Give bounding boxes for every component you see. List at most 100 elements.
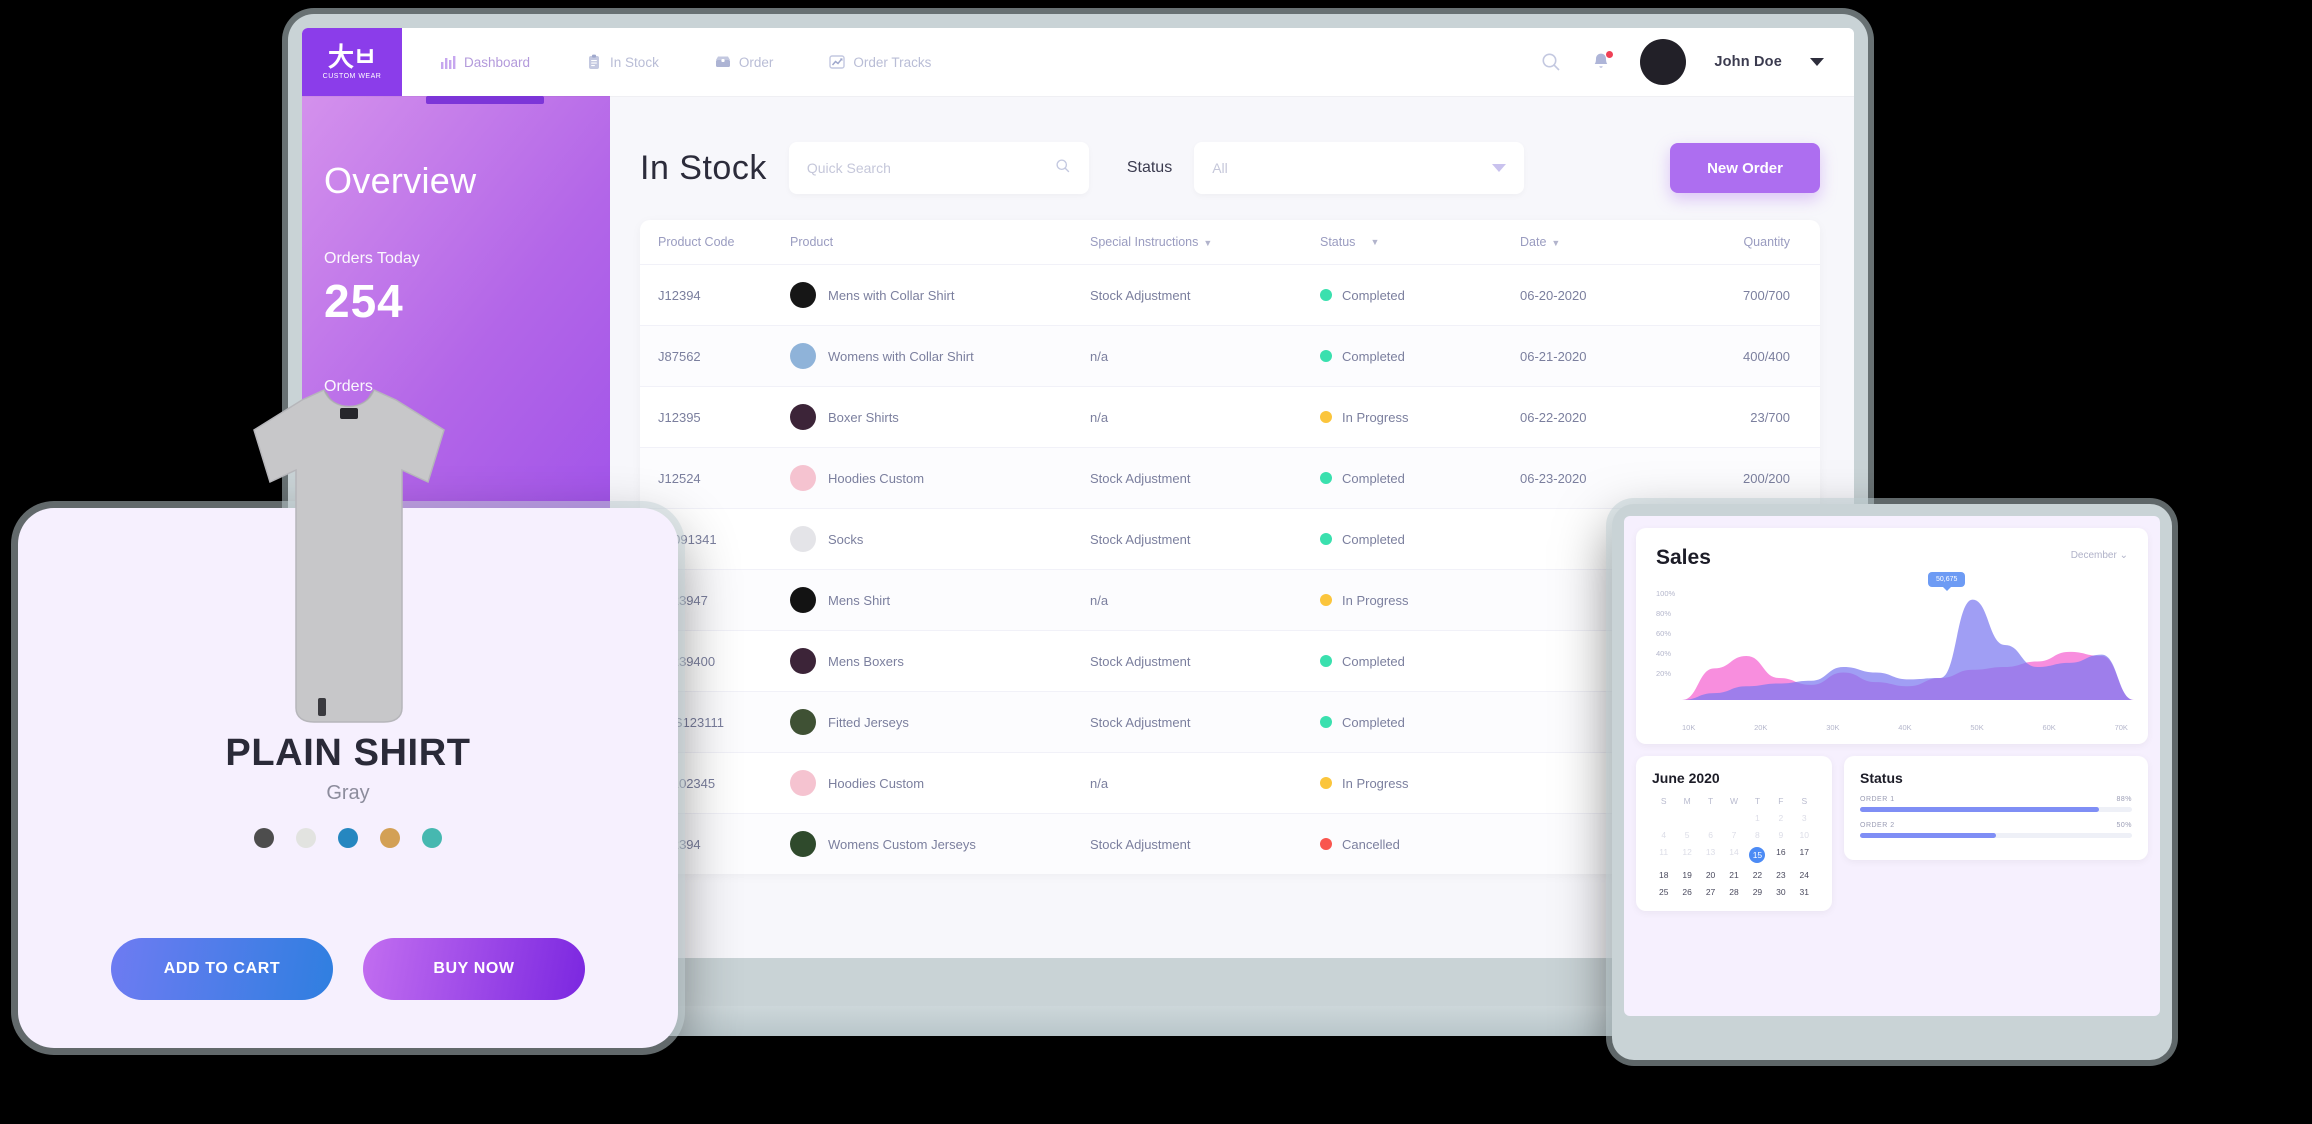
calendar-day[interactable]: 18 xyxy=(1652,870,1675,880)
bell-icon[interactable] xyxy=(1590,50,1615,73)
calendar-day[interactable]: 24 xyxy=(1793,870,1816,880)
table-row[interactable]: J12394 Mens with Collar Shirt Stock Adjust… xyxy=(640,264,1820,325)
sort-arrow-icon[interactable]: ▼ xyxy=(1370,237,1379,247)
product-thumbnail xyxy=(790,831,816,857)
calendar-day[interactable]: 11 xyxy=(1652,847,1675,863)
calendar-day[interactable]: 31 xyxy=(1793,887,1816,897)
calendar-day[interactable]: 10 xyxy=(1793,830,1816,840)
cell-date: 06-20-2020 xyxy=(1520,287,1587,303)
bar-chart-icon xyxy=(440,54,456,70)
calendar-day[interactable]: 19 xyxy=(1675,870,1698,880)
table-row[interactable]: J12395 Boxer Shirts n/a In Progress 06-22-20… xyxy=(640,386,1820,447)
calendar-day[interactable]: 26 xyxy=(1675,887,1698,897)
column-header-special-instructions[interactable]: Special Instructions ▼ xyxy=(1090,235,1320,249)
status-bars: ORDER 1 88% ORDER 2 50% xyxy=(1860,796,2132,838)
calendar-day[interactable]: 6 xyxy=(1699,830,1722,840)
product-thumbnail xyxy=(790,282,816,308)
product-name-text: Mens with Collar Shirt xyxy=(828,287,955,303)
new-order-button[interactable]: New Order xyxy=(1670,143,1820,193)
cell-status: Cancelled xyxy=(1320,837,1520,852)
calendar-day[interactable]: 28 xyxy=(1722,887,1745,897)
y-tick: 100% xyxy=(1656,589,1676,598)
product-card: PLAIN SHIRT Gray ADD TO CART BUY NOW xyxy=(18,388,678,1048)
column-label: Date xyxy=(1520,235,1547,249)
calendar-day[interactable]: 30 xyxy=(1769,887,1792,897)
calendar-day[interactable]: 29 xyxy=(1746,887,1769,897)
cell-product: Hoodies Custom xyxy=(790,465,1090,491)
sort-arrow-icon[interactable]: ▼ xyxy=(1203,238,1212,248)
color-swatch-1[interactable] xyxy=(296,828,316,848)
x-tick: 60K xyxy=(2042,723,2056,732)
brand-logo[interactable]: 大ㅂ CUSTOM WEAR xyxy=(302,28,402,96)
calendar-day[interactable]: 25 xyxy=(1652,887,1675,897)
product-name-text: Womens Custom Jerseys xyxy=(828,836,976,852)
page-title: In Stock xyxy=(640,148,767,187)
chevron-down-icon[interactable] xyxy=(1492,164,1507,172)
search-icon[interactable] xyxy=(1540,51,1562,73)
cell-special-instructions: n/a xyxy=(1090,409,1109,425)
nav-item-in-stock[interactable]: In Stock xyxy=(586,28,659,96)
nav-item-order[interactable]: Order xyxy=(715,28,773,96)
avatar[interactable] xyxy=(1640,39,1687,85)
calendar-day[interactable]: 17 xyxy=(1793,847,1816,863)
product-color-name: Gray xyxy=(326,782,370,804)
column-header-product[interactable]: Product xyxy=(790,235,1090,249)
calendar-day[interactable]: 5 xyxy=(1675,830,1698,840)
calendar-day[interactable]: 4 xyxy=(1652,830,1675,840)
nav-item-order-tracks[interactable]: Order Tracks xyxy=(829,28,931,96)
column-header-product-code[interactable]: Product Code xyxy=(640,235,790,249)
calendar-day[interactable]: 27 xyxy=(1699,887,1722,897)
bar-fill xyxy=(1860,833,1996,838)
bar-track xyxy=(1860,833,2132,838)
calendar-day-header: M xyxy=(1683,796,1691,806)
status-dot xyxy=(1320,533,1332,545)
color-swatch-0[interactable] xyxy=(254,828,274,848)
chevron-down-icon[interactable] xyxy=(1810,58,1824,66)
status-select[interactable]: All xyxy=(1194,142,1525,194)
overview-title: Overview xyxy=(324,160,477,201)
calendar-day[interactable]: 20 xyxy=(1699,870,1722,880)
status-badge: Completed xyxy=(1342,470,1405,486)
nav-item-dashboard[interactable]: Dashboard xyxy=(426,28,545,104)
product-name: PLAIN SHIRT xyxy=(225,732,471,774)
calendar-day[interactable]: 22 xyxy=(1746,870,1769,880)
calendar-day[interactable]: 16 xyxy=(1769,847,1792,863)
search-icon[interactable] xyxy=(1055,158,1071,179)
brand-mark: 大ㅂ xyxy=(328,42,377,72)
calendar-day[interactable]: 3 xyxy=(1793,813,1816,823)
calendar-day-selected[interactable]: 15 xyxy=(1749,847,1766,863)
calendar-day[interactable]: 13 xyxy=(1699,847,1722,863)
calendar-day[interactable]: 1 xyxy=(1746,813,1769,823)
table-row[interactable]: J87562 Womens with Collar Shirt n/a Complet… xyxy=(640,325,1820,386)
calendar-day[interactable]: 8 xyxy=(1746,830,1769,840)
y-axis-ticks: 100% 80% 60% 40% 20% xyxy=(1656,584,1675,684)
color-swatch-3[interactable] xyxy=(380,828,400,848)
box-icon xyxy=(715,54,731,70)
month-selector[interactable]: December ⌄ xyxy=(2071,550,2128,561)
calendar-day-header: S xyxy=(1801,796,1808,806)
add-to-cart-button[interactable]: ADD TO CART xyxy=(111,938,333,1000)
status-badge: Completed xyxy=(1342,531,1405,547)
calendar-day[interactable]: 9 xyxy=(1769,830,1792,840)
calendar-day[interactable]: 14 xyxy=(1722,847,1745,863)
color-swatch-4[interactable] xyxy=(422,828,442,848)
calendar-day[interactable]: 12 xyxy=(1675,847,1698,863)
search-input[interactable] xyxy=(806,160,1047,176)
calendar-day[interactable]: 7 xyxy=(1722,830,1745,840)
column-header-status[interactable]: Status ▼ xyxy=(1320,235,1520,249)
status-badge: Completed xyxy=(1342,348,1405,364)
x-tick: 70K xyxy=(2114,723,2128,732)
color-swatch-2[interactable] xyxy=(338,828,358,848)
calendar-day[interactable]: 23 xyxy=(1769,870,1792,880)
cell-product: Mens Boxers xyxy=(790,648,1090,674)
buy-now-button[interactable]: BUY NOW xyxy=(363,938,585,1000)
cell-special-instructions: n/a xyxy=(1090,775,1109,791)
calendar-day[interactable]: 2 xyxy=(1769,813,1792,823)
table-row[interactable]: J12524 Hoodies Custom Stock Adjustment Comp… xyxy=(640,447,1820,508)
column-header-quantity[interactable]: Quantity xyxy=(1670,235,1790,249)
cell-quantity: 400/400 xyxy=(1743,348,1790,364)
sort-arrow-icon[interactable]: ▼ xyxy=(1551,238,1560,248)
calendar-day[interactable]: 21 xyxy=(1722,870,1745,880)
column-header-date[interactable]: Date ▼ xyxy=(1520,235,1670,249)
search-box[interactable] xyxy=(788,142,1089,194)
